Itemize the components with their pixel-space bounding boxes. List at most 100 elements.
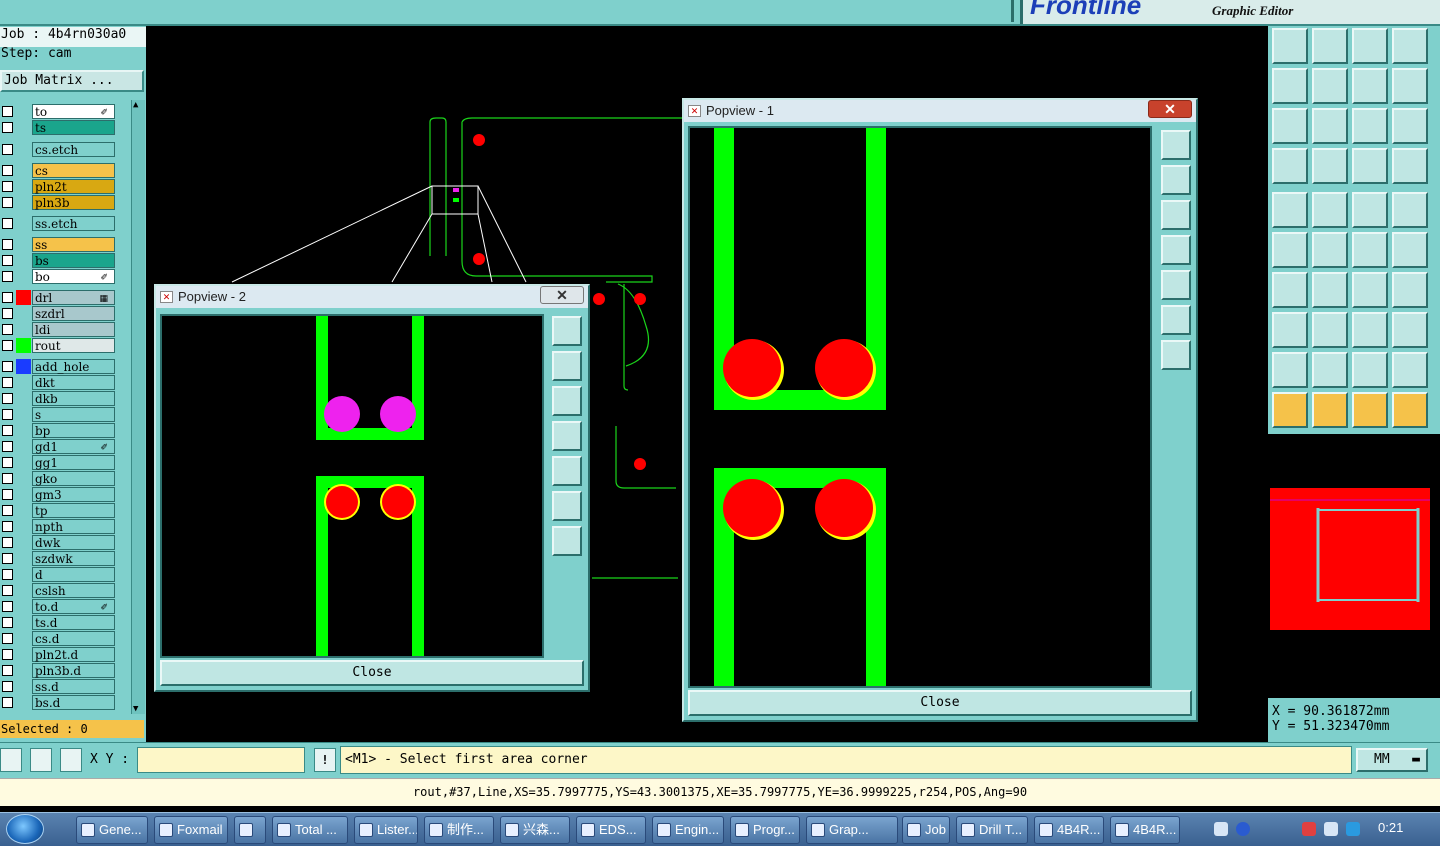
layer-row[interactable]: dwk <box>0 535 118 550</box>
rotate-icon[interactable] <box>1352 272 1388 308</box>
pan-left-icon[interactable] <box>1272 68 1308 104</box>
layer-name[interactable]: ts.d <box>32 615 115 630</box>
arch-2-icon[interactable] <box>1392 352 1428 388</box>
layer-checkbox[interactable] <box>2 165 13 176</box>
layer-row[interactable]: cs.etch <box>0 142 118 157</box>
layer-row[interactable]: gg1 <box>0 455 118 470</box>
select-icon[interactable] <box>1272 392 1308 428</box>
popview-pan-right-icon[interactable] <box>552 456 582 486</box>
layer-checkbox[interactable] <box>2 633 13 644</box>
layer-name[interactable]: to ✐ <box>32 104 115 119</box>
taskbar-item[interactable]: EDS... <box>576 816 646 844</box>
popview-pan-up-icon[interactable] <box>1161 165 1191 195</box>
layer-checkbox[interactable] <box>2 425 13 436</box>
layer-name[interactable]: gm3 <box>32 487 115 502</box>
arch-icon[interactable] <box>1352 352 1388 388</box>
layer-name[interactable]: cs.d <box>32 631 115 646</box>
popview-zoom-in-icon[interactable] <box>552 491 582 521</box>
layer-checkbox[interactable] <box>2 144 13 155</box>
layer-name[interactable]: to.d ✐ <box>32 599 115 614</box>
layer-row[interactable]: rout <box>0 338 118 353</box>
layer-checkbox[interactable] <box>2 489 13 500</box>
minimap[interactable] <box>1270 488 1430 630</box>
layer-checkbox[interactable] <box>2 218 13 229</box>
layer-row[interactable]: cs <box>0 163 118 178</box>
layer-checkbox[interactable] <box>2 393 13 404</box>
taskbar-item[interactable]: 兴森... <box>500 816 570 844</box>
layer-row[interactable]: cslsh <box>0 583 118 598</box>
popview-pan-down-icon[interactable] <box>1161 200 1191 230</box>
blue-pads-icon[interactable] <box>1392 312 1428 348</box>
layer-name[interactable]: ts <box>32 120 115 135</box>
ruler-icon[interactable] <box>1352 192 1388 228</box>
layer-name[interactable]: bp <box>32 423 115 438</box>
layer-name[interactable]: cslsh <box>32 583 115 598</box>
layer-row[interactable]: pln3b.d <box>0 663 118 678</box>
layer-checkbox[interactable] <box>2 697 13 708</box>
triangle-up-icon[interactable] <box>1312 352 1348 388</box>
layer-name[interactable]: dwk <box>32 535 115 550</box>
layer-row[interactable]: szdwk <box>0 551 118 566</box>
layer-name[interactable]: bs <box>32 253 115 268</box>
layer-row[interactable]: tp <box>0 503 118 518</box>
taskbar-item[interactable]: Drill T... <box>956 816 1028 844</box>
taskbar-item[interactable]: 4B4R... <box>1110 816 1180 844</box>
layer-checkbox[interactable] <box>2 292 13 303</box>
dimension-icon[interactable] <box>1352 312 1388 348</box>
layer-row[interactable]: dkt <box>0 375 118 390</box>
layer-checkbox[interactable] <box>2 601 13 612</box>
layer-name[interactable]: d <box>32 567 115 582</box>
tray-volume-icon[interactable] <box>1346 822 1360 836</box>
layer-name[interactable]: s <box>32 407 115 422</box>
layer-name[interactable]: dkt <box>32 375 115 390</box>
home-icon[interactable] <box>1352 28 1388 64</box>
tray-network-icon[interactable] <box>1324 822 1338 836</box>
pan-right-icon[interactable] <box>1312 68 1348 104</box>
layer-row[interactable]: gko <box>0 471 118 486</box>
popview-1-close-x-button[interactable]: ✕ <box>1148 100 1192 118</box>
units-selector[interactable]: MM ▬ <box>1356 748 1428 772</box>
layer-checkbox[interactable] <box>2 649 13 660</box>
layer-checkbox[interactable] <box>2 255 13 266</box>
popview-zoom-in-icon[interactable] <box>1161 305 1191 335</box>
save-icon[interactable] <box>1312 28 1348 64</box>
fillet-icon[interactable] <box>1392 272 1428 308</box>
popview-2-close-x-button[interactable]: ✕ <box>540 286 584 304</box>
layer-row[interactable]: ss <box>0 237 118 252</box>
layer-row[interactable]: add_hole <box>0 359 118 374</box>
layer-row[interactable]: ts.d <box>0 615 118 630</box>
xy-input[interactable] <box>137 747 305 773</box>
draw-arc-icon[interactable] <box>1312 272 1348 308</box>
layer-checkbox[interactable] <box>2 585 13 596</box>
layer-name[interactable]: szdrl <box>32 306 115 321</box>
layer-checkbox[interactable] <box>2 409 13 420</box>
window-icon[interactable] <box>1392 28 1428 64</box>
triangle-icon[interactable] <box>1272 352 1308 388</box>
layer-row[interactable]: pln2t.d <box>0 647 118 662</box>
layer-row[interactable]: ss.d <box>0 679 118 694</box>
popview-zoom-home-icon[interactable] <box>1161 130 1191 160</box>
measure-icon[interactable] <box>30 748 52 772</box>
layer-row[interactable]: d <box>0 567 118 582</box>
layer-row[interactable]: dkb <box>0 391 118 406</box>
layer-checkbox[interactable] <box>2 308 13 319</box>
popview-pan-up-icon[interactable] <box>552 351 582 381</box>
layer-name[interactable]: ldi <box>32 322 115 337</box>
zoom-fit-icon[interactable] <box>1352 68 1388 104</box>
circle-pad-icon[interactable] <box>1392 192 1428 228</box>
layer-row[interactable]: bs.d <box>0 695 118 710</box>
layer-row[interactable]: npth <box>0 519 118 534</box>
open-icon[interactable] <box>1272 28 1308 64</box>
layer-name[interactable]: pln3b.d <box>32 663 115 678</box>
layer-checkbox[interactable] <box>2 106 13 117</box>
layer-checkbox[interactable] <box>2 340 13 351</box>
scale-1-2-icon[interactable] <box>1352 108 1388 144</box>
select-box-icon[interactable] <box>1312 392 1348 428</box>
popview-1-titlebar[interactable]: ✕ Popview - 1 <box>684 100 1196 122</box>
grid-icon[interactable] <box>60 748 82 772</box>
layer-name[interactable]: szdwk <box>32 551 115 566</box>
popview-2-close-button[interactable]: Close <box>160 660 584 686</box>
layer-name[interactable]: tp <box>32 503 115 518</box>
settings-icon[interactable] <box>1272 148 1308 184</box>
snap-icon[interactable] <box>0 748 22 772</box>
